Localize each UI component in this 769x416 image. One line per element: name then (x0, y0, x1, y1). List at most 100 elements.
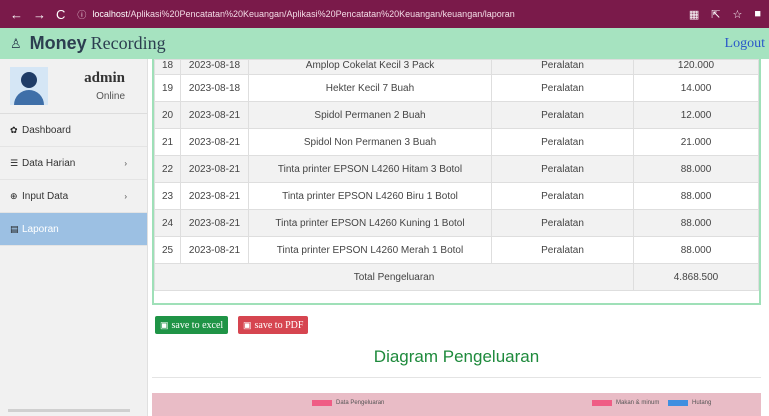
cell-amount: 21.000 (633, 128, 759, 156)
legend-swatch (592, 400, 612, 406)
cell-category: Peralatan (491, 128, 634, 156)
window-icon[interactable]: ■ (754, 8, 761, 21)
address-bar[interactable]: ⓘ localhost/Aplikasi%20Pencatatan%20Keua… (77, 8, 597, 21)
save-to-pdf-label: save to PDF (254, 319, 304, 331)
app-header: ♙ Money Recording Logout (0, 28, 769, 59)
cell-item: Tinta printer EPSON L4260 Kuning 1 Botol (248, 209, 492, 237)
expense-table: 18 2023-08-18 Amplop Cokelat Kecil 3 Pac… (154, 59, 759, 291)
save-to-excel-button[interactable]: ▣ save to excel (155, 316, 229, 334)
back-arrow-icon[interactable]: ← (10, 7, 23, 22)
cell-item: Hekter Kecil 7 Buah (248, 74, 492, 102)
cell-category: Peralatan (491, 182, 634, 210)
cell-amount: 88.000 (633, 155, 759, 183)
sidebar: admin Online ✿ Dashboard ☰ Data Harian ›… (0, 59, 148, 416)
user-name: admin (84, 70, 125, 86)
legend-label: Data Pengeluaran (336, 400, 385, 406)
url-text: localhost/Aplikasi%20Pencatatan%20Keuang… (92, 9, 514, 19)
total-label: Total Pengeluaran (154, 263, 634, 291)
user-logo-icon: ♙ (10, 35, 22, 51)
file-icon: ▣ (243, 319, 252, 330)
cell-item: Tinta printer EPSON L4260 Hitam 3 Botol (248, 155, 492, 183)
cell-category: Peralatan (491, 155, 634, 183)
table-row: 24 2023-08-21 Tinta printer EPSON L4260 … (154, 209, 759, 237)
star-icon[interactable]: ☆ (732, 8, 742, 21)
palette-icon: ✿ (10, 124, 18, 135)
table-row: 19 2023-08-18 Hekter Kecil 7 Buah Perala… (154, 74, 759, 102)
cell-no: 20 (154, 101, 181, 129)
cell-category: Peralatan (491, 59, 634, 75)
cell-category: Peralatan (491, 74, 634, 102)
cell-category: Peralatan (491, 236, 634, 264)
sidebar-item-label: Data Harian (22, 157, 76, 169)
sidebar-item-input-data[interactable]: ⊕ Input Data › (0, 180, 147, 213)
divider (152, 377, 761, 378)
cell-no: 21 (154, 128, 181, 156)
user-status: Online (96, 91, 125, 102)
chevron-right-icon: › (124, 158, 127, 168)
report-table-panel: 18 2023-08-18 Amplop Cokelat Kecil 3 Pac… (152, 59, 761, 305)
sidebar-item-data-harian[interactable]: ☰ Data Harian › (0, 147, 147, 180)
browser-toolbar: ← → C ⓘ localhost/Aplikasi%20Pencatatan%… (0, 0, 769, 28)
sidebar-item-laporan[interactable]: ▤ Laporan (0, 213, 147, 246)
reload-icon[interactable]: C (56, 7, 65, 22)
cell-amount: 120.000 (633, 59, 759, 75)
brand[interactable]: ♙ Money Recording (0, 33, 166, 54)
share-icon[interactable]: ⇱ (711, 8, 720, 21)
cell-amount: 88.000 (633, 209, 759, 237)
cell-item: Spidol Non Permanen 3 Buah (248, 128, 492, 156)
sidebar-item-label: Laporan (22, 223, 59, 235)
plus-circle-icon: ⊕ (10, 190, 18, 201)
cell-no: 24 (154, 209, 181, 237)
cell-date: 2023-08-21 (180, 101, 249, 129)
chart-title: Diagram Pengeluaran (373, 347, 540, 366)
brand-rest: Recording (90, 33, 166, 53)
cell-no: 18 (154, 59, 181, 75)
book-icon: ▤ (10, 223, 19, 234)
cell-no: 23 (154, 182, 181, 210)
table-row: 20 2023-08-21 Spidol Permanen 2 Buah Per… (154, 101, 759, 129)
legend-swatch (668, 400, 688, 406)
save-to-excel-label: save to excel (171, 319, 224, 331)
cell-category: Peralatan (491, 209, 634, 237)
cell-amount: 12.000 (633, 101, 759, 129)
cell-amount: 88.000 (633, 236, 759, 264)
cell-no: 22 (154, 155, 181, 183)
file-icon: ▣ (160, 319, 169, 330)
legend-label: Makan & minum (616, 400, 660, 406)
legend-item[interactable]: Hutang (668, 400, 711, 406)
logout-link[interactable]: Logout (725, 36, 769, 52)
sidebar-item-dashboard[interactable]: ✿ Dashboard (0, 114, 147, 147)
table-row: 23 2023-08-21 Tinta printer EPSON L4260 … (154, 182, 759, 210)
cell-item: Amplop Cokelat Kecil 3 Pack (248, 59, 492, 75)
cell-date: 2023-08-21 (180, 236, 249, 264)
cell-item: Tinta printer EPSON L4260 Biru 1 Botol (248, 182, 492, 210)
info-icon: ⓘ (77, 9, 87, 20)
cell-date: 2023-08-21 (180, 209, 249, 237)
avatar (10, 67, 48, 105)
cell-category: Peralatan (491, 101, 634, 129)
table-row: 21 2023-08-21 Spidol Non Permanen 3 Buah… (154, 128, 759, 156)
database-icon: ☰ (10, 157, 19, 168)
table-row: 18 2023-08-18 Amplop Cokelat Kecil 3 Pac… (154, 59, 759, 75)
save-to-pdf-button[interactable]: ▣ save to PDF (238, 316, 309, 334)
cell-date: 2023-08-18 (180, 59, 249, 75)
total-value: 4.868.500 (633, 263, 759, 291)
legend-item[interactable]: Data Pengeluaran (312, 400, 384, 406)
cell-no: 25 (154, 236, 181, 264)
translate-icon[interactable]: ▦ (689, 8, 699, 21)
legend-item[interactable]: Makan & minum (592, 400, 659, 406)
legend-label: Hutang (692, 400, 712, 406)
table-row: 22 2023-08-21 Tinta printer EPSON L4260 … (154, 155, 759, 183)
cell-date: 2023-08-21 (180, 155, 249, 183)
table-row: 25 2023-08-21 Tinta printer EPSON L4260 … (154, 236, 759, 264)
cell-date: 2023-08-21 (180, 128, 249, 156)
forward-arrow-icon[interactable]: → (33, 7, 46, 22)
cell-no: 19 (154, 74, 181, 102)
total-row: Total Pengeluaran 4.868.500 (154, 263, 759, 291)
sidebar-scrollbar[interactable] (8, 409, 130, 412)
url-host: localhost (92, 9, 128, 19)
user-panel: admin Online (0, 59, 147, 114)
cell-amount: 88.000 (633, 182, 759, 210)
cell-item: Spidol Permanen 2 Buah (248, 101, 492, 129)
cell-amount: 14.000 (633, 74, 759, 102)
